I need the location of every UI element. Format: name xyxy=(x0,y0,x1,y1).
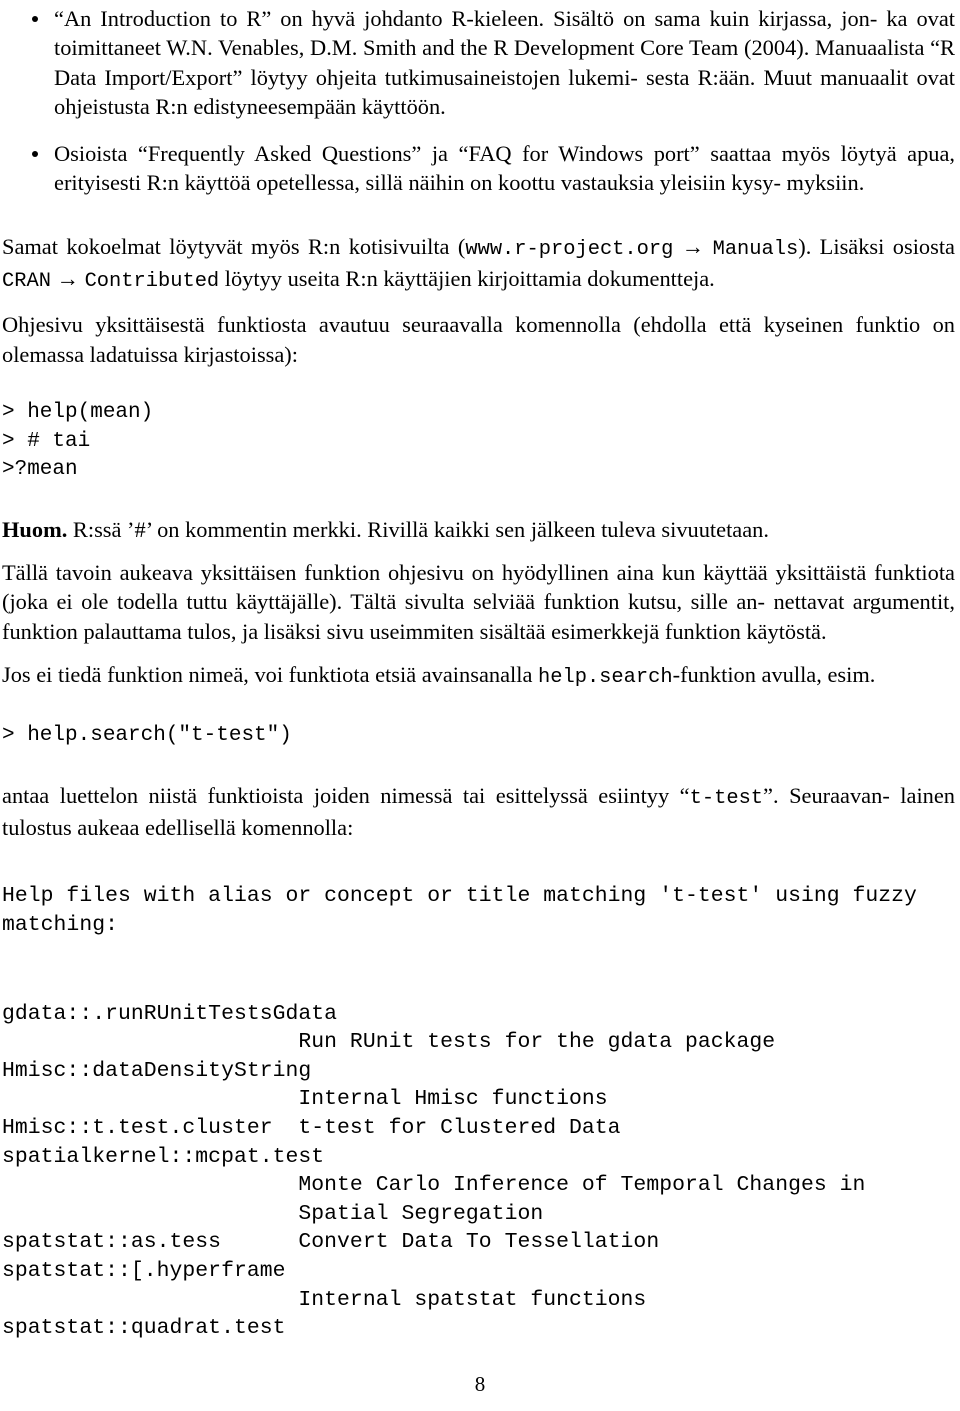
reference-bullet-list: “An Introduction to R” on hyvä johdanto … xyxy=(2,4,955,121)
text-run: R:ssä ’#’ on kommentin merkki. Rivillä k… xyxy=(67,516,769,542)
list-item: “An Introduction to R” on hyvä johdanto … xyxy=(2,4,955,121)
arrow-glyph-icon: → xyxy=(56,266,79,292)
code-block-help-search: > help.search("t-test") xyxy=(2,724,292,748)
code-block-help-mean: > help(mean) > # tai >?mean xyxy=(2,400,154,482)
text-run: Samat kokoelmat löytyvät myös R:n kotisi… xyxy=(2,233,466,259)
paragraph-jos-ei-tieda: Jos ei tiedä funktion nimeä, voi funktio… xyxy=(2,660,955,692)
label-contributed: Contributed xyxy=(84,270,220,294)
bullet-text-faq: Osioista “Frequently Asked Questions” ja… xyxy=(54,141,955,196)
page-number: 8 xyxy=(474,1372,486,1396)
paragraph-samat-kokoelmat: Samat kokoelmat löytyvät myös R:n kotisi… xyxy=(2,232,955,297)
code-t-test: t-test xyxy=(689,786,764,810)
list-item: Osioista “Frequently Asked Questions” ja… xyxy=(2,139,955,198)
bullet-dot-icon xyxy=(32,150,38,157)
link-r-project-url: www.r-project.org xyxy=(465,237,674,261)
text-run: Jos ei tiedä funktion nimeä, voi funktio… xyxy=(2,661,538,687)
label-cran: CRAN xyxy=(2,270,51,294)
code-help-search: help.search xyxy=(538,665,673,689)
bullet-dot-icon xyxy=(32,15,38,22)
listing-header: Help files with alias or concept or titl… xyxy=(2,884,917,938)
text-run: ). Lisäksi xyxy=(798,233,885,259)
text-run: -funktion avulla, esim. xyxy=(672,661,876,687)
arrow-glyph-icon: → xyxy=(681,233,705,259)
bullet-text-intro-to-r: “An Introduction to R” on hyvä johdanto … xyxy=(54,6,955,119)
text-run: Tällä tavoin aukeava yksittäisen funktio… xyxy=(2,560,867,586)
text-run: osiosta xyxy=(892,233,955,259)
text-run: funktion käytöstä. xyxy=(664,618,827,644)
paragraph-huom: Huom. R:ssä ’#’ on kommentin merkki. Riv… xyxy=(2,515,955,544)
paragraph-ohjesivu: Ohjesivu yksittäisestä funktiosta avautu… xyxy=(2,310,955,369)
faq-bullet-list: Osioista “Frequently Asked Questions” ja… xyxy=(2,139,955,198)
document-page: “An Introduction to R” on hyvä johdanto … xyxy=(0,0,960,1411)
paragraph-antaa-luettelon: antaa luettelon niistä funktioista joide… xyxy=(2,781,955,843)
huom-bold-label: Huom. xyxy=(2,516,68,542)
listing-results: gdata::.runRUnitTestsGdata Run RUnit tes… xyxy=(2,1001,866,1341)
text-run: löytyy useita R:n käyttäjien kirjoittami… xyxy=(219,266,715,292)
label-manuals: Manuals xyxy=(712,237,799,261)
text-run: Ohjesivu yksittäisestä funktiosta avautu… xyxy=(2,312,921,338)
paragraph-talla-tavoin: Tällä tavoin aukeava yksittäisen funktio… xyxy=(2,558,955,646)
text-run: antaa luettelon niistä funktioista joide… xyxy=(2,782,690,808)
text-run: ”. Seuraavan- xyxy=(763,782,890,808)
